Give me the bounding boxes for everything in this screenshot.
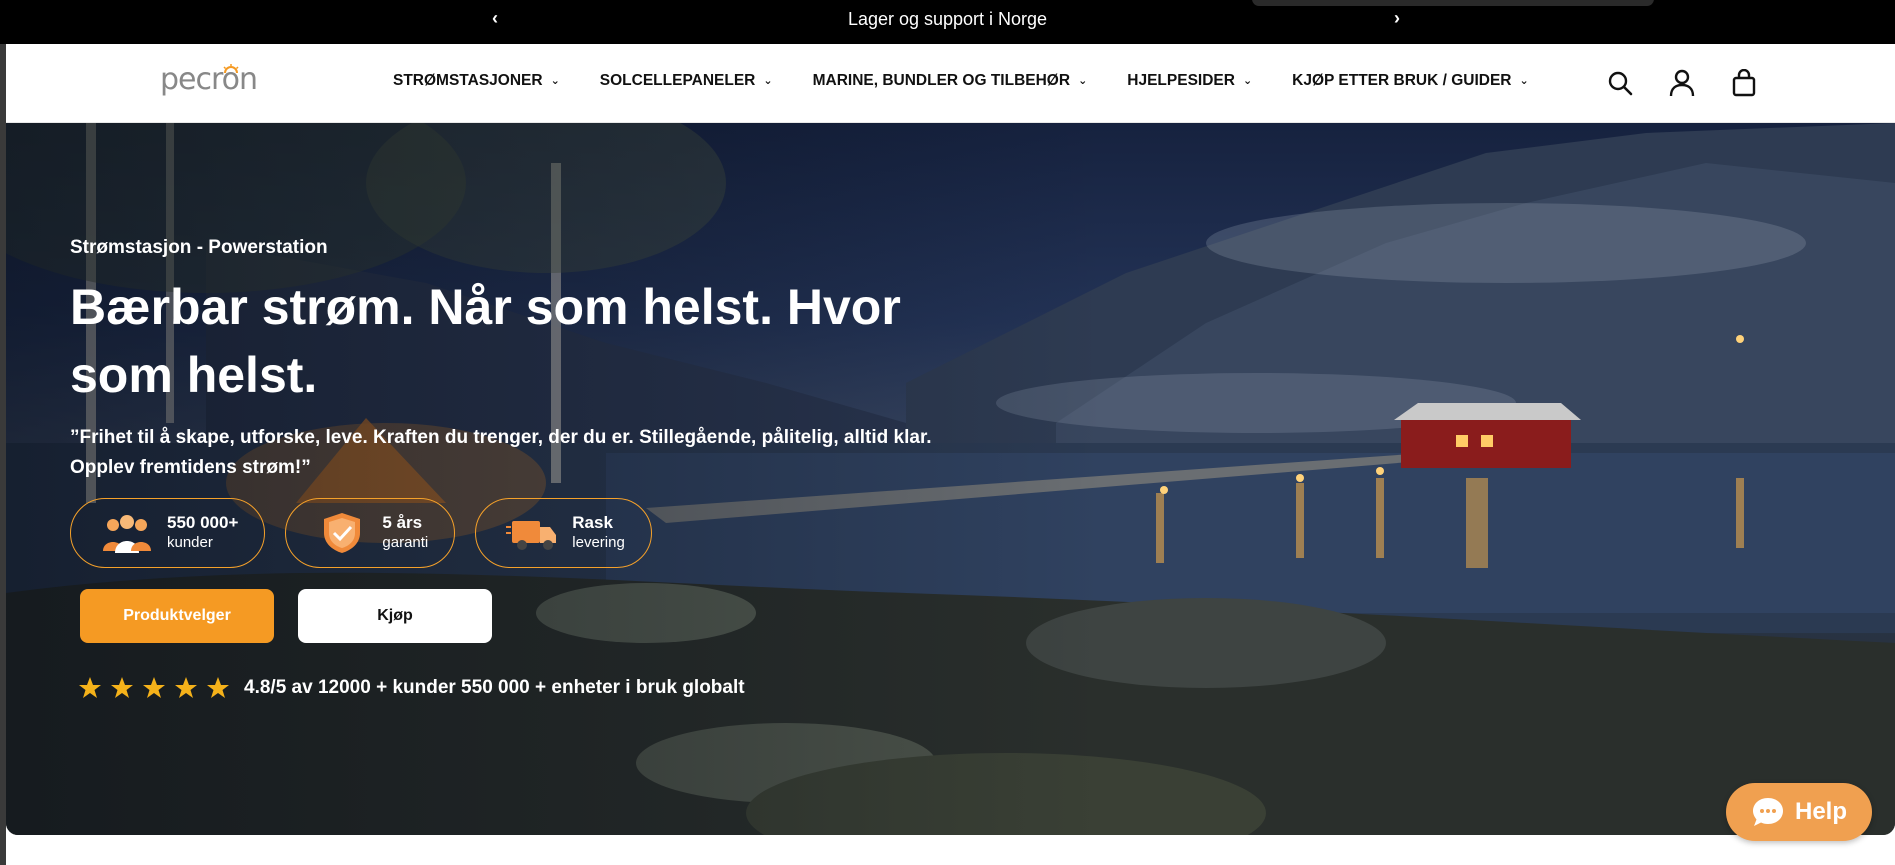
product-selector-button[interactable]: Produktvelger [80,589,274,643]
delivery-truck-icon [506,521,557,550]
help-chat-button[interactable]: Help [1726,783,1872,841]
logo[interactable]: pecron [160,62,258,102]
customers-icon [103,515,151,553]
hero-badges: 550 000+ kunder 5 års garanti Rask lever… [70,498,652,568]
warranty-shield-icon [324,513,361,553]
badge-warranty: 5 års garanti [285,498,456,568]
search-icon[interactable] [1606,68,1634,98]
site-header: pecron STRØMSTASJONER ⌄ SOLCELLEPANELER … [6,44,1895,123]
rating-stars [78,676,230,700]
nav-item-stromstasjoner[interactable]: STRØMSTASJONER ⌄ [393,72,560,90]
nav-item-label: KJØP ETTER BRUK / GUIDER [1292,72,1512,89]
rating-text: 4.8/5 av 12000 + kunder 550 000 + enhete… [244,677,745,698]
badge-text: Rask levering [572,513,625,553]
chat-bubble-icon [1752,798,1783,826]
hero-eyebrow: Strømstasjon - Powerstation [70,237,328,258]
nav-item-label: STRØMSTASJONER [393,72,543,89]
nav-item-label: MARINE, BUNDLER OG TILBEHØR [812,72,1071,89]
account-icon[interactable] [1668,68,1696,98]
badge-customers: 550 000+ kunder [70,498,266,568]
star-icon [143,677,165,698]
star-icon [175,677,197,698]
nav-item-hjelpesider[interactable]: HJELPESIDER ⌄ [1127,72,1252,90]
star-icon [111,677,133,698]
badge-line2: kunder [167,534,213,551]
logo-sun-icon [223,64,239,74]
announcement-bar: ‹ Lager og support i Norge › [0,0,1895,44]
chevron-down-icon: ⌄ [1242,74,1253,87]
nav-item-label: SOLCELLEPANELER [599,72,756,89]
badge-line1: Rask [572,513,613,532]
hero-headline: Bærbar strøm. Når som helst. Hvor som he… [70,279,901,403]
buy-button[interactable]: Kjøp [298,589,492,643]
chevron-down-icon: ⌄ [1519,74,1529,87]
badge-line2: levering [572,534,625,551]
star-icon [79,677,101,698]
badge-line1: 550 000+ [167,513,239,532]
hero-cta-group: Produktvelger Kjøp [80,589,492,643]
help-label: Help [1794,798,1847,825]
nav-item-marine[interactable]: MARINE, BUNDLER OG TILBEHØR ⌄ [813,72,1088,90]
announcement-message: Lager og support i Norge [847,9,1048,29]
badge-text: 550 000+ kunder [167,513,238,553]
chevron-down-icon: ⌄ [550,74,560,87]
hero-subline: ”Frihet til å skape, utforske, leve. Kra… [70,427,932,478]
badge-line1: 5 års [382,513,423,532]
star-icon [207,677,229,698]
nav-item-label: HJELPESIDER [1127,72,1235,89]
scroll-pill [1252,0,1654,6]
hero-banner: Strømstasjon - Powerstation Bærbar strøm… [6,123,1895,835]
badge-text: 5 års garanti [382,513,428,553]
chevron-down-icon: ⌄ [763,74,773,87]
chevron-down-icon: ⌄ [1078,74,1088,87]
badge-delivery: Rask levering [475,498,652,568]
logo-text: pecron [160,62,258,97]
nav-item-guider[interactable]: KJØP ETTER BRUK / GUIDER ⌄ [1292,72,1529,90]
badge-line2: garanti [382,534,429,551]
cart-icon[interactable] [1730,68,1758,98]
nav-item-solcellepaneler[interactable]: SOLCELLEPANELER ⌄ [600,72,773,90]
main-nav: STRØMSTASJONER ⌄ SOLCELLEPANELER ⌄ MARIN… [393,72,1529,90]
chevron-right-icon[interactable]: › [1394,8,1400,29]
header-icons [1606,68,1758,98]
rating-summary: 4.8/5 av 12000 + kunder 550 000 + enhete… [78,676,745,700]
